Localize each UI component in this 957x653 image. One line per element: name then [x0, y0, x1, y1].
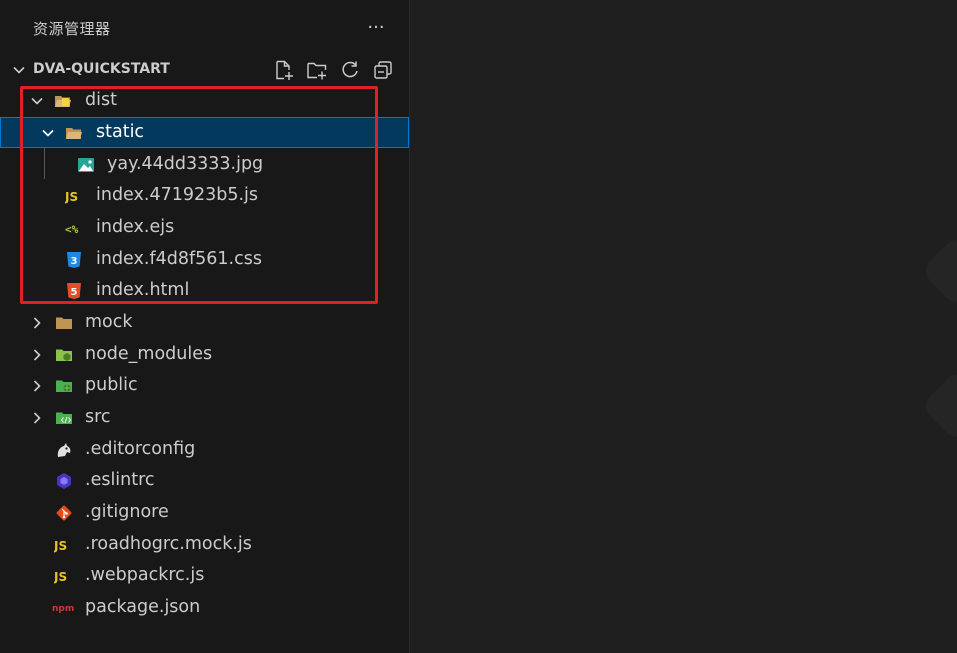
svg-text:JS: JS	[65, 190, 78, 204]
tree-item-index-ejs[interactable]: <% index.ejs	[0, 212, 409, 243]
tree-item-label: index.f4d8f561.css	[96, 249, 262, 269]
folder-src-icon	[56, 412, 72, 424]
folder-public-icon	[56, 380, 72, 392]
folder-node-icon	[56, 349, 72, 361]
npm-file-icon: npm	[52, 604, 74, 614]
chevron-down-icon[interactable]	[40, 125, 56, 141]
tree-item-label: index.ejs	[96, 217, 175, 237]
tree-item-yay-jpg[interactable]: yay.44dd3333.jpg	[0, 149, 409, 180]
collapse-all-icon	[374, 61, 392, 79]
new-file-button[interactable]	[272, 58, 296, 82]
panel-title: 资源管理器	[33, 20, 111, 38]
css-file-icon: 3	[67, 252, 81, 268]
folder-icon	[56, 317, 72, 329]
new-file-icon	[276, 60, 293, 80]
html-file-icon: 5	[67, 283, 81, 299]
tree-item-webpackrc-js[interactable]: JS .webpackrc.js	[0, 560, 409, 591]
tree-item-gitignore[interactable]: .gitignore	[0, 497, 409, 528]
eslint-file-icon	[57, 473, 71, 489]
tree-item-label: index.471923b5.js	[96, 185, 259, 205]
svg-text:<%: <%	[65, 223, 79, 236]
explorer-sidebar: 资源管理器 ··· DVA-QUICKSTART dist static yay…	[0, 0, 410, 653]
tree-item-label: mock	[85, 312, 133, 332]
javascript-file-icon: JS	[65, 190, 78, 204]
image-file-icon	[78, 158, 94, 172]
git-file-icon	[56, 505, 72, 521]
chevron-right-icon[interactable]	[29, 315, 45, 331]
tree-item-index-js[interactable]: JS index.471923b5.js	[0, 180, 409, 211]
tree-item-roadhogrc-mock-js[interactable]: JS .roadhogrc.mock.js	[0, 529, 409, 560]
tree-item-mock[interactable]: mock	[0, 307, 409, 338]
tree-item-index-html[interactable]: 5 index.html	[0, 275, 409, 306]
svg-text:JS: JS	[54, 539, 67, 553]
svg-text:npm: npm	[52, 604, 74, 614]
tree-item-label: yay.44dd3333.jpg	[107, 154, 264, 174]
tree-item-label: .roadhogrc.mock.js	[85, 534, 252, 554]
chevron-down-icon[interactable]	[29, 93, 45, 109]
folder-open-icon	[66, 128, 82, 139]
refresh-icon	[342, 61, 358, 78]
tree-item-dist[interactable]: dist	[0, 85, 409, 116]
editor-edge-hint	[920, 234, 957, 308]
new-folder-icon	[307, 62, 327, 80]
svg-text:JS: JS	[54, 570, 67, 584]
ejs-file-icon: <%	[65, 223, 79, 236]
tree-item-label: dist	[85, 90, 117, 110]
chevron-down-icon[interactable]	[11, 62, 27, 78]
tree-item-label: .eslintrc	[85, 470, 155, 490]
tree-item-label: package.json	[85, 597, 201, 617]
tree-item-eslintrc[interactable]: .eslintrc	[0, 465, 409, 496]
tree-item-label: .editorconfig	[85, 439, 196, 459]
svg-text:5: 5	[71, 287, 78, 298]
tree-item-index-css[interactable]: 3 index.f4d8f561.css	[0, 244, 409, 275]
tree-item-label: src	[85, 407, 111, 427]
editorconfig-file-icon	[57, 443, 71, 457]
chevron-right-icon[interactable]	[29, 347, 45, 363]
tree-item-label: index.html	[96, 280, 190, 300]
javascript-file-icon: JS	[54, 570, 67, 584]
tree-item-label: static	[96, 122, 145, 142]
javascript-file-icon: JS	[54, 539, 67, 553]
section-header[interactable]: DVA-QUICKSTART	[0, 56, 409, 84]
tree-item-label: .gitignore	[85, 502, 169, 522]
folder-dist-open-icon	[55, 96, 71, 107]
tree-item-package-json[interactable]: npm package.json	[0, 592, 409, 623]
collapse-all-button[interactable]	[371, 58, 395, 82]
tree-item-label: node_modules	[85, 344, 213, 364]
chevron-right-icon[interactable]	[29, 410, 45, 426]
tree-item-label: .webpackrc.js	[85, 565, 205, 585]
tree-item-label: public	[85, 375, 138, 395]
tree-item-public[interactable]: public	[0, 370, 409, 401]
tree-item-static[interactable]: static	[0, 117, 409, 148]
editor-area	[410, 0, 957, 653]
svg-text:3: 3	[71, 256, 78, 267]
chevron-right-icon[interactable]	[29, 378, 45, 394]
more-actions-button[interactable]: ···	[364, 16, 388, 40]
tree-item-editorconfig[interactable]: .editorconfig	[0, 434, 409, 465]
new-folder-button[interactable]	[305, 58, 329, 82]
tree-item-node-modules[interactable]: node_modules	[0, 339, 409, 370]
tree-item-src[interactable]: src	[0, 402, 409, 433]
workspace-title: DVA-QUICKSTART	[33, 61, 170, 77]
editor-edge-hint	[920, 369, 957, 443]
section-actions	[272, 58, 395, 82]
refresh-button[interactable]	[338, 58, 362, 82]
